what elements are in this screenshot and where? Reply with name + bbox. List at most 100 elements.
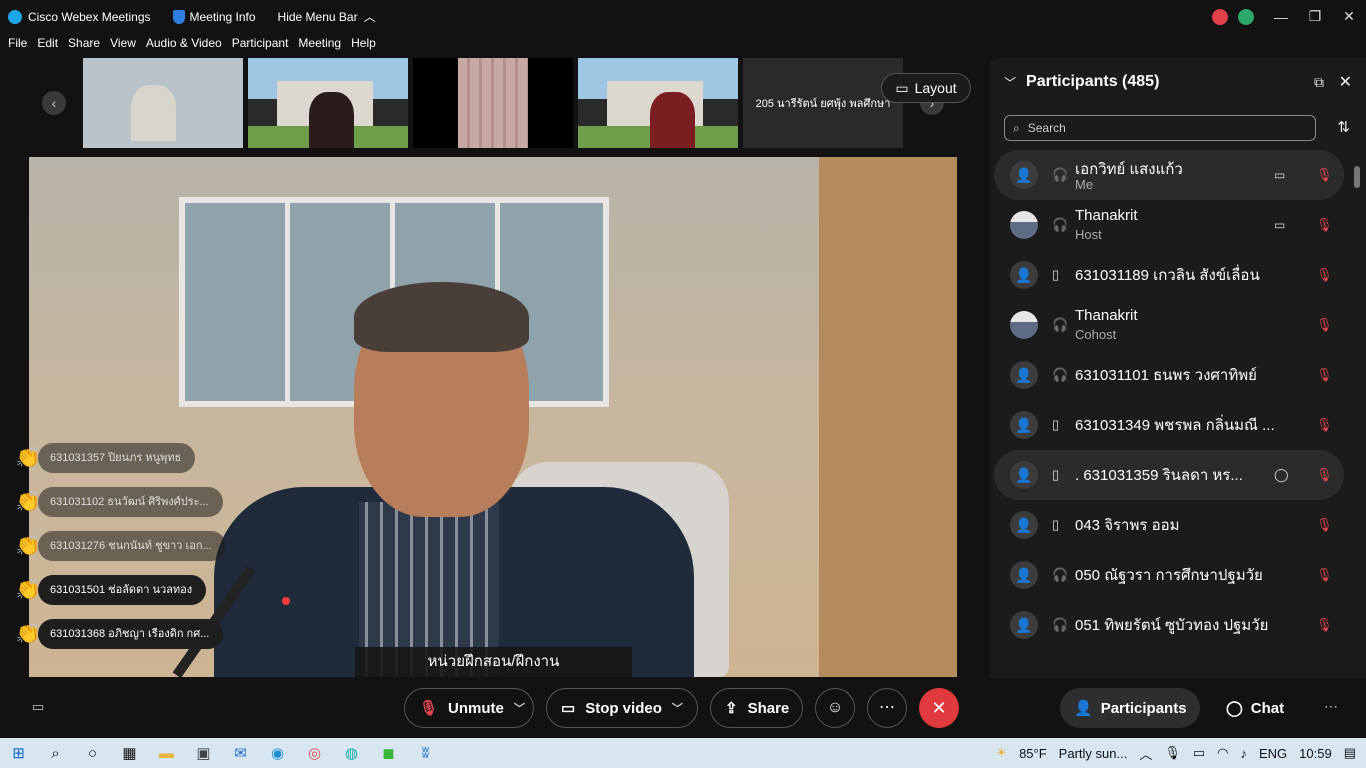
muted-mic-icon[interactable]: 🎙: [1316, 317, 1333, 333]
menu-participant[interactable]: Participant: [232, 36, 289, 56]
participant-row[interactable]: 👤 ▯ 043 จิราพร ออม 🎙: [994, 500, 1344, 550]
video-thumbnail[interactable]: 205 นารีรัตน์ ยศพุ้ง พลศึกษา: [743, 58, 903, 148]
panel-title: Participants (485): [1026, 73, 1160, 90]
reaction-raise-hand: 👏 631031501 ช่อลัดดา นวลทอง: [14, 574, 207, 606]
leave-meeting-button[interactable]: ✕: [919, 688, 959, 728]
volume-icon[interactable]: ♪: [1240, 746, 1247, 761]
stop-video-button[interactable]: ▭ Stop video ﹀: [546, 688, 698, 728]
participant-row[interactable]: 👤 ▯ 631031349 พชรพล กลิ่นมณี ... 🎙: [994, 400, 1344, 450]
weather-temp[interactable]: 85°F: [1019, 746, 1047, 761]
minimize-button[interactable]: —: [1264, 9, 1298, 25]
avatar-icon: 👤: [1010, 161, 1038, 189]
video-thumbnail[interactable]: [83, 58, 243, 148]
video-thumbnail[interactable]: [413, 58, 573, 148]
menu-file[interactable]: File: [8, 36, 27, 56]
menu-audio-video[interactable]: Audio & Video: [146, 36, 222, 56]
menu-edit[interactable]: Edit: [37, 36, 58, 56]
video-thumbnail[interactable]: [578, 58, 738, 148]
mail-icon[interactable]: ✉: [222, 744, 259, 762]
menu-help[interactable]: Help: [351, 36, 376, 56]
participant-row[interactable]: 👤 ▯ 631031189 เกวลิน สังข์เลื่อน 🎙: [994, 250, 1344, 300]
notifications-icon[interactable]: ▤: [1344, 745, 1356, 761]
search-placeholder: Search: [1027, 121, 1066, 135]
menu-view[interactable]: View: [110, 36, 136, 56]
participants-panel: ﹀ Participants (485) ⧉ ✕ ⌕ Search ⇅ 👤 🎧 …: [990, 58, 1366, 678]
chat-button[interactable]: ◯ Chat: [1226, 688, 1284, 728]
participants-label: Participants: [1100, 699, 1187, 717]
chrome-icon[interactable]: ◎: [296, 744, 333, 762]
muted-mic-icon[interactable]: 🎙: [1316, 417, 1333, 433]
participant-row[interactable]: 🎧 Thanakrit Cohost 🎙: [994, 300, 1344, 350]
participant-row[interactable]: 👤 🎧 631031101 ธนพร วงศาทิพย์ 🎙: [994, 350, 1344, 400]
close-panel-icon[interactable]: ✕: [1339, 72, 1352, 92]
reaction-raise-hand: 👏 631031368 อภิชญา เรืองดิก กศ...: [14, 618, 224, 650]
line-icon[interactable]: ◼: [370, 744, 407, 762]
unmute-button[interactable]: 🎙 Unmute ﹀: [404, 688, 534, 728]
layout-button[interactable]: ▭ Layout: [881, 73, 971, 103]
microphone-icon[interactable]: 🎙: [1164, 745, 1181, 761]
muted-mic-icon[interactable]: 🎙: [1316, 367, 1333, 383]
windows-start-icon[interactable]: ⊞: [0, 744, 37, 762]
scrollbar-thumb[interactable]: [1354, 166, 1360, 188]
participants-button[interactable]: 👤 Participants: [1060, 688, 1200, 728]
network-health-icon[interactable]: [1238, 8, 1254, 25]
webex-taskbar-icon[interactable]: ʬ: [407, 745, 444, 762]
muted-mic-icon[interactable]: 🎙: [1316, 617, 1333, 633]
menu-share[interactable]: Share: [68, 36, 100, 56]
muted-mic-icon[interactable]: 🎙: [1316, 467, 1333, 483]
chevron-up-icon[interactable]: ︿: [1139, 744, 1152, 763]
edge-icon[interactable]: ◉: [259, 744, 296, 762]
weather-desc[interactable]: Partly sun...: [1059, 746, 1128, 761]
participant-name: Thanakrit: [1075, 207, 1138, 224]
participant-row[interactable]: 👤 ▯ . 631031359 รินลดา หร... ◯ 🎙: [994, 450, 1344, 500]
muted-mic-icon[interactable]: 🎙: [1316, 167, 1333, 183]
sort-icon[interactable]: ⇅: [1337, 118, 1350, 136]
avatar-icon: 👤: [1010, 411, 1038, 439]
participant-row[interactable]: 🎧 Thanakrit Host ▭ 🎙: [994, 200, 1344, 250]
participant-row[interactable]: 👤 🎧 050 ณัฐวรา การศึกษาปฐมวัย 🎙: [994, 550, 1344, 600]
search-icon[interactable]: ⌕: [37, 745, 74, 762]
chevron-down-icon[interactable]: ﹀: [514, 700, 525, 716]
clock[interactable]: 10:59: [1299, 746, 1332, 761]
headset-icon: 🎧: [1052, 617, 1069, 632]
muted-mic-icon[interactable]: 🎙: [1316, 517, 1333, 533]
reactions-button[interactable]: ☺: [815, 688, 855, 728]
close-window-button[interactable]: ✕: [1332, 8, 1366, 25]
store-icon[interactable]: ▣: [185, 744, 222, 762]
file-explorer-icon[interactable]: ▬: [148, 745, 185, 762]
share-button[interactable]: ⇪ Share: [710, 688, 803, 728]
video-filmstrip: ‹ 205 นารีรัตน์ ยศพุ้ง พลศึกษา ›: [0, 58, 985, 150]
popout-icon[interactable]: ⧉: [1314, 74, 1324, 91]
window-controls: — ❐ ✕: [1212, 0, 1366, 33]
closed-caption-icon[interactable]: ▭: [32, 699, 44, 715]
muted-mic-icon[interactable]: 🎙: [1316, 567, 1333, 583]
app-icon[interactable]: ◍: [333, 744, 370, 762]
participant-row[interactable]: 👤 🎧 เอกวิทย์ แสงแก้ว Me ▭ 🎙: [994, 150, 1344, 200]
chevron-up-icon: ︿: [363, 10, 376, 24]
collapse-chevron-icon[interactable]: ﹀: [1004, 74, 1016, 91]
language-indicator[interactable]: ENG: [1259, 746, 1287, 761]
meeting-info-label: Meeting Info: [189, 9, 256, 24]
participant-row[interactable]: 👤 🎧 051 ทิพยรัตน์ ซูบัวทอง ปฐมวัย 🎙: [994, 600, 1344, 650]
participant-search-input[interactable]: ⌕ Search: [1004, 115, 1316, 141]
filmstrip-prev-button[interactable]: ‹: [42, 91, 66, 115]
chevron-down-icon[interactable]: ﹀: [672, 700, 683, 716]
maximize-button[interactable]: ❐: [1298, 8, 1332, 25]
meeting-info-button[interactable]: Meeting Info: [172, 9, 256, 24]
more-options-button[interactable]: ⋯: [867, 688, 907, 728]
participant-role: Me: [1075, 177, 1094, 192]
muted-mic-icon[interactable]: 🎙: [1316, 217, 1333, 233]
hide-menu-bar-button[interactable]: Hide Menu Bar ︿: [278, 8, 376, 25]
wifi-icon[interactable]: ◠: [1217, 745, 1228, 761]
task-view-icon[interactable]: ▦: [111, 744, 148, 762]
record-status-icon[interactable]: [1212, 8, 1228, 25]
menu-meeting[interactable]: Meeting: [298, 36, 341, 56]
battery-icon[interactable]: ▭: [1193, 745, 1205, 761]
headset-icon: 🎧: [1052, 167, 1069, 182]
video-thumbnail[interactable]: [248, 58, 408, 148]
muted-mic-icon[interactable]: 🎙: [1316, 267, 1333, 283]
more-panels-icon[interactable]: ⋯: [1324, 698, 1338, 715]
cortana-icon[interactable]: ○: [74, 745, 111, 762]
participant-scrollbar[interactable]: [1354, 152, 1362, 666]
chat-bubble-icon[interactable]: ◯: [1274, 467, 1289, 483]
